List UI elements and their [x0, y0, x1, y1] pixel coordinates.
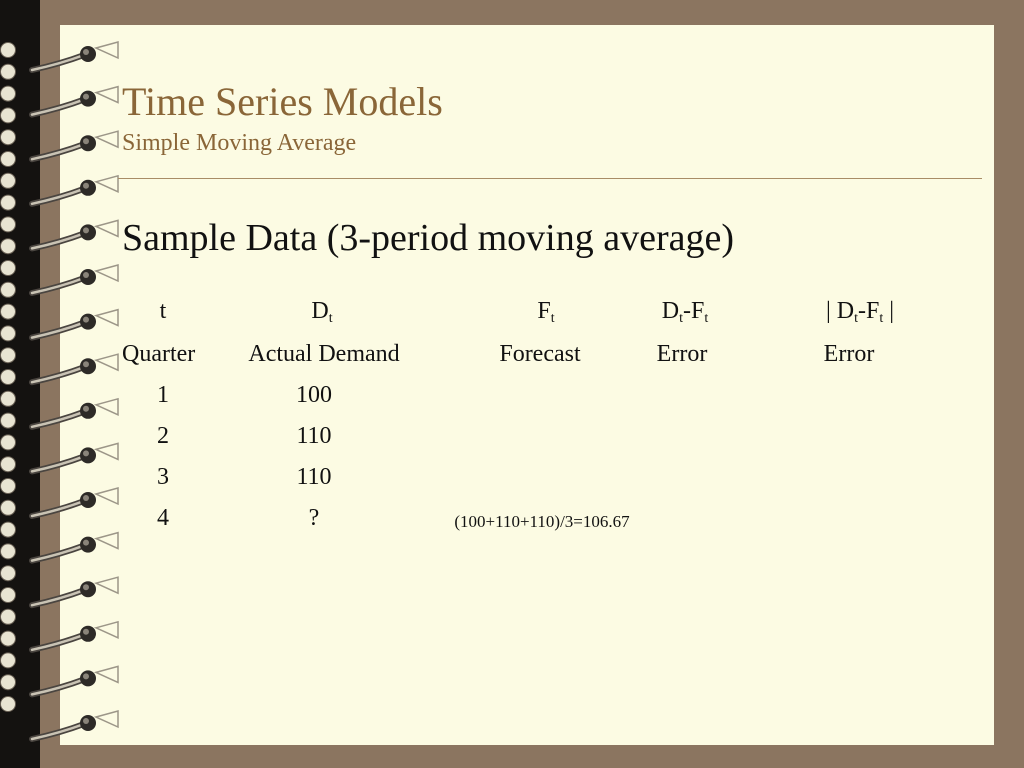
row-1-t: 1 [157, 382, 169, 408]
row-4-t: 4 [157, 505, 169, 531]
row-4-demand: ? [308, 505, 320, 531]
spiral-binding [0, 41, 119, 742]
slide-subtitle: Simple Moving Average [122, 130, 357, 156]
row-1-demand: 100 [296, 382, 332, 408]
row-3-demand: 110 [296, 464, 332, 490]
row-2-t: 2 [157, 423, 169, 449]
row-2-demand: 110 [296, 423, 332, 449]
row-4-forecast: (100+110+110)/3=106.67 [454, 512, 630, 531]
header-symbol-abs-error: | Dt-Ft | [825, 298, 895, 326]
header-symbol-ft: Ft [537, 298, 555, 326]
header-forecast: Forecast [499, 341, 581, 367]
header-symbol-t: t [159, 298, 167, 324]
slide-title: Time Series Models [122, 79, 443, 124]
header-error: Error [656, 341, 708, 367]
header-symbol-dt: Dt [311, 298, 333, 326]
title-divider [118, 178, 982, 179]
header-abs-error: Error [823, 341, 875, 367]
header-symbol-error: Dt-Ft [661, 298, 709, 326]
row-3-t: 3 [157, 464, 169, 490]
header-quarter: Quarter [122, 341, 196, 367]
header-actual-demand: Actual Demand [248, 341, 400, 367]
section-heading: Sample Data (3-period moving average) [122, 217, 734, 259]
